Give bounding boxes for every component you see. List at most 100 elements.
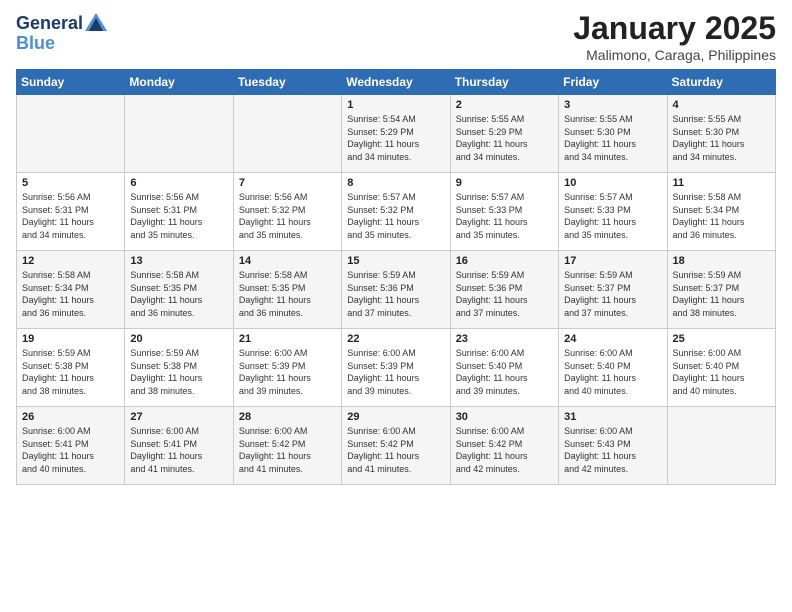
weekday-header-wednesday: Wednesday [342,70,450,95]
calendar-cell: 18 Sunrise: 5:59 AM Sunset: 5:37 PM Dayli… [667,251,775,329]
day-number: 16 [456,255,553,267]
day-number: 30 [456,411,553,423]
day-number: 1 [347,99,444,111]
weekday-header-tuesday: Tuesday [233,70,341,95]
logo: General Blue [16,14,107,54]
calendar-cell: 14 Sunrise: 5:58 AM Sunset: 5:35 PM Dayli… [233,251,341,329]
calendar-week-3: 12Sunrise: 5:58 AM Sunset: 5:34 PM Dayli… [17,251,776,329]
day-info: Sunrise: 5:58 AM Sunset: 5:34 PM Dayligh… [673,191,770,241]
calendar-cell: 24Sunrise: 6:00 AM Sunset: 5:40 PM Dayli… [559,329,667,407]
calendar-cell: 29 Sunrise: 6:00 AM Sunset: 5:42 PM Dayli… [342,407,450,485]
day-info: Sunrise: 6:00 AM Sunset: 5:40 PM Dayligh… [456,347,553,397]
day-info: Sunrise: 5:59 AM Sunset: 5:37 PM Dayligh… [564,269,661,319]
day-info: Sunrise: 5:55 AM Sunset: 5:30 PM Dayligh… [673,113,770,163]
day-info: Sunrise: 6:00 AM Sunset: 5:39 PM Dayligh… [347,347,444,397]
month-title: January 2025 [573,10,776,47]
day-number: 5 [22,177,119,189]
calendar-cell: 8 Sunrise: 5:57 AM Sunset: 5:32 PM Daylig… [342,173,450,251]
day-info: Sunrise: 6:00 AM Sunset: 5:42 PM Dayligh… [239,425,336,475]
day-info: Sunrise: 5:58 AM Sunset: 5:35 PM Dayligh… [130,269,227,319]
day-info: Sunrise: 5:57 AM Sunset: 5:33 PM Dayligh… [564,191,661,241]
day-number: 26 [22,411,119,423]
calendar-cell: 4 Sunrise: 5:55 AM Sunset: 5:30 PM Daylig… [667,95,775,173]
day-info: Sunrise: 5:58 AM Sunset: 5:35 PM Dayligh… [239,269,336,319]
calendar-cell: 12Sunrise: 5:58 AM Sunset: 5:34 PM Dayli… [17,251,125,329]
day-number: 20 [130,333,227,345]
day-info: Sunrise: 5:57 AM Sunset: 5:33 PM Dayligh… [456,191,553,241]
calendar-cell: 28 Sunrise: 6:00 AM Sunset: 5:42 PM Dayli… [233,407,341,485]
day-info: Sunrise: 6:00 AM Sunset: 5:42 PM Dayligh… [456,425,553,475]
day-info: Sunrise: 6:00 AM Sunset: 5:40 PM Dayligh… [673,347,770,397]
day-number: 22 [347,333,444,345]
day-info: Sunrise: 5:59 AM Sunset: 5:36 PM Dayligh… [456,269,553,319]
day-number: 17 [564,255,661,267]
calendar-cell: 13Sunrise: 5:58 AM Sunset: 5:35 PM Dayli… [125,251,233,329]
day-number: 25 [673,333,770,345]
day-number: 31 [564,411,661,423]
day-number: 3 [564,99,661,111]
calendar-cell: 7Sunrise: 5:56 AM Sunset: 5:32 PM Daylig… [233,173,341,251]
calendar-cell: 25 Sunrise: 6:00 AM Sunset: 5:40 PM Dayli… [667,329,775,407]
day-number: 29 [347,411,444,423]
day-number: 19 [22,333,119,345]
calendar-cell: 17 Sunrise: 5:59 AM Sunset: 5:37 PM Dayli… [559,251,667,329]
weekday-header-row: SundayMondayTuesdayWednesdayThursdayFrid… [17,70,776,95]
calendar-cell: 30 Sunrise: 6:00 AM Sunset: 5:42 PM Dayli… [450,407,558,485]
day-number: 28 [239,411,336,423]
day-number: 27 [130,411,227,423]
weekday-header-thursday: Thursday [450,70,558,95]
calendar-week-2: 5 Sunrise: 5:56 AM Sunset: 5:31 PM Daylig… [17,173,776,251]
day-info: Sunrise: 5:59 AM Sunset: 5:38 PM Dayligh… [22,347,119,397]
calendar-cell: 2 Sunrise: 5:55 AM Sunset: 5:29 PM Daylig… [450,95,558,173]
day-number: 7 [239,177,336,189]
calendar-week-1: 1 Sunrise: 5:54 AM Sunset: 5:29 PM Daylig… [17,95,776,173]
day-info: Sunrise: 6:00 AM Sunset: 5:43 PM Dayligh… [564,425,661,475]
day-info: Sunrise: 6:00 AM Sunset: 5:41 PM Dayligh… [130,425,227,475]
calendar-cell [125,95,233,173]
calendar-cell: 11Sunrise: 5:58 AM Sunset: 5:34 PM Dayli… [667,173,775,251]
calendar-header: SundayMondayTuesdayWednesdayThursdayFrid… [17,70,776,95]
header: General Blue January 2025 Malimono, Cara… [16,10,776,63]
weekday-header-sunday: Sunday [17,70,125,95]
calendar-cell: 5 Sunrise: 5:56 AM Sunset: 5:31 PM Daylig… [17,173,125,251]
calendar-table: SundayMondayTuesdayWednesdayThursdayFrid… [16,69,776,485]
day-number: 18 [673,255,770,267]
calendar-week-4: 19 Sunrise: 5:59 AM Sunset: 5:38 PM Dayli… [17,329,776,407]
calendar-week-5: 26 Sunrise: 6:00 AM Sunset: 5:41 PM Dayli… [17,407,776,485]
calendar-cell: 15Sunrise: 5:59 AM Sunset: 5:36 PM Dayli… [342,251,450,329]
calendar-cell: 9 Sunrise: 5:57 AM Sunset: 5:33 PM Daylig… [450,173,558,251]
day-number: 6 [130,177,227,189]
day-info: Sunrise: 6:00 AM Sunset: 5:41 PM Dayligh… [22,425,119,475]
day-number: 12 [22,255,119,267]
calendar-cell [17,95,125,173]
day-number: 8 [347,177,444,189]
day-info: Sunrise: 5:55 AM Sunset: 5:29 PM Dayligh… [456,113,553,163]
day-number: 9 [456,177,553,189]
day-info: Sunrise: 5:59 AM Sunset: 5:37 PM Dayligh… [673,269,770,319]
calendar-cell: 16 Sunrise: 5:59 AM Sunset: 5:36 PM Dayli… [450,251,558,329]
day-info: Sunrise: 5:57 AM Sunset: 5:32 PM Dayligh… [347,191,444,241]
title-area: January 2025 Malimono, Caraga, Philippin… [573,10,776,63]
location: Malimono, Caraga, Philippines [573,47,776,63]
day-number: 4 [673,99,770,111]
calendar-cell: 26 Sunrise: 6:00 AM Sunset: 5:41 PM Dayli… [17,407,125,485]
weekday-header-friday: Friday [559,70,667,95]
day-number: 2 [456,99,553,111]
logo-text-blue: Blue [16,33,55,53]
calendar-cell [233,95,341,173]
calendar-cell: 20Sunrise: 5:59 AM Sunset: 5:38 PM Dayli… [125,329,233,407]
logo-icon [85,13,107,31]
day-info: Sunrise: 5:54 AM Sunset: 5:29 PM Dayligh… [347,113,444,163]
calendar-body: 1 Sunrise: 5:54 AM Sunset: 5:29 PM Daylig… [17,95,776,485]
calendar-cell: 19 Sunrise: 5:59 AM Sunset: 5:38 PM Dayli… [17,329,125,407]
day-number: 15 [347,255,444,267]
calendar-cell: 22 Sunrise: 6:00 AM Sunset: 5:39 PM Dayli… [342,329,450,407]
calendar-cell: 27 Sunrise: 6:00 AM Sunset: 5:41 PM Dayli… [125,407,233,485]
day-info: Sunrise: 5:56 AM Sunset: 5:31 PM Dayligh… [22,191,119,241]
calendar-cell: 31 Sunrise: 6:00 AM Sunset: 5:43 PM Dayli… [559,407,667,485]
day-number: 14 [239,255,336,267]
calendar-cell: 6 Sunrise: 5:56 AM Sunset: 5:31 PM Daylig… [125,173,233,251]
weekday-header-monday: Monday [125,70,233,95]
day-info: Sunrise: 6:00 AM Sunset: 5:42 PM Dayligh… [347,425,444,475]
day-info: Sunrise: 5:56 AM Sunset: 5:31 PM Dayligh… [130,191,227,241]
